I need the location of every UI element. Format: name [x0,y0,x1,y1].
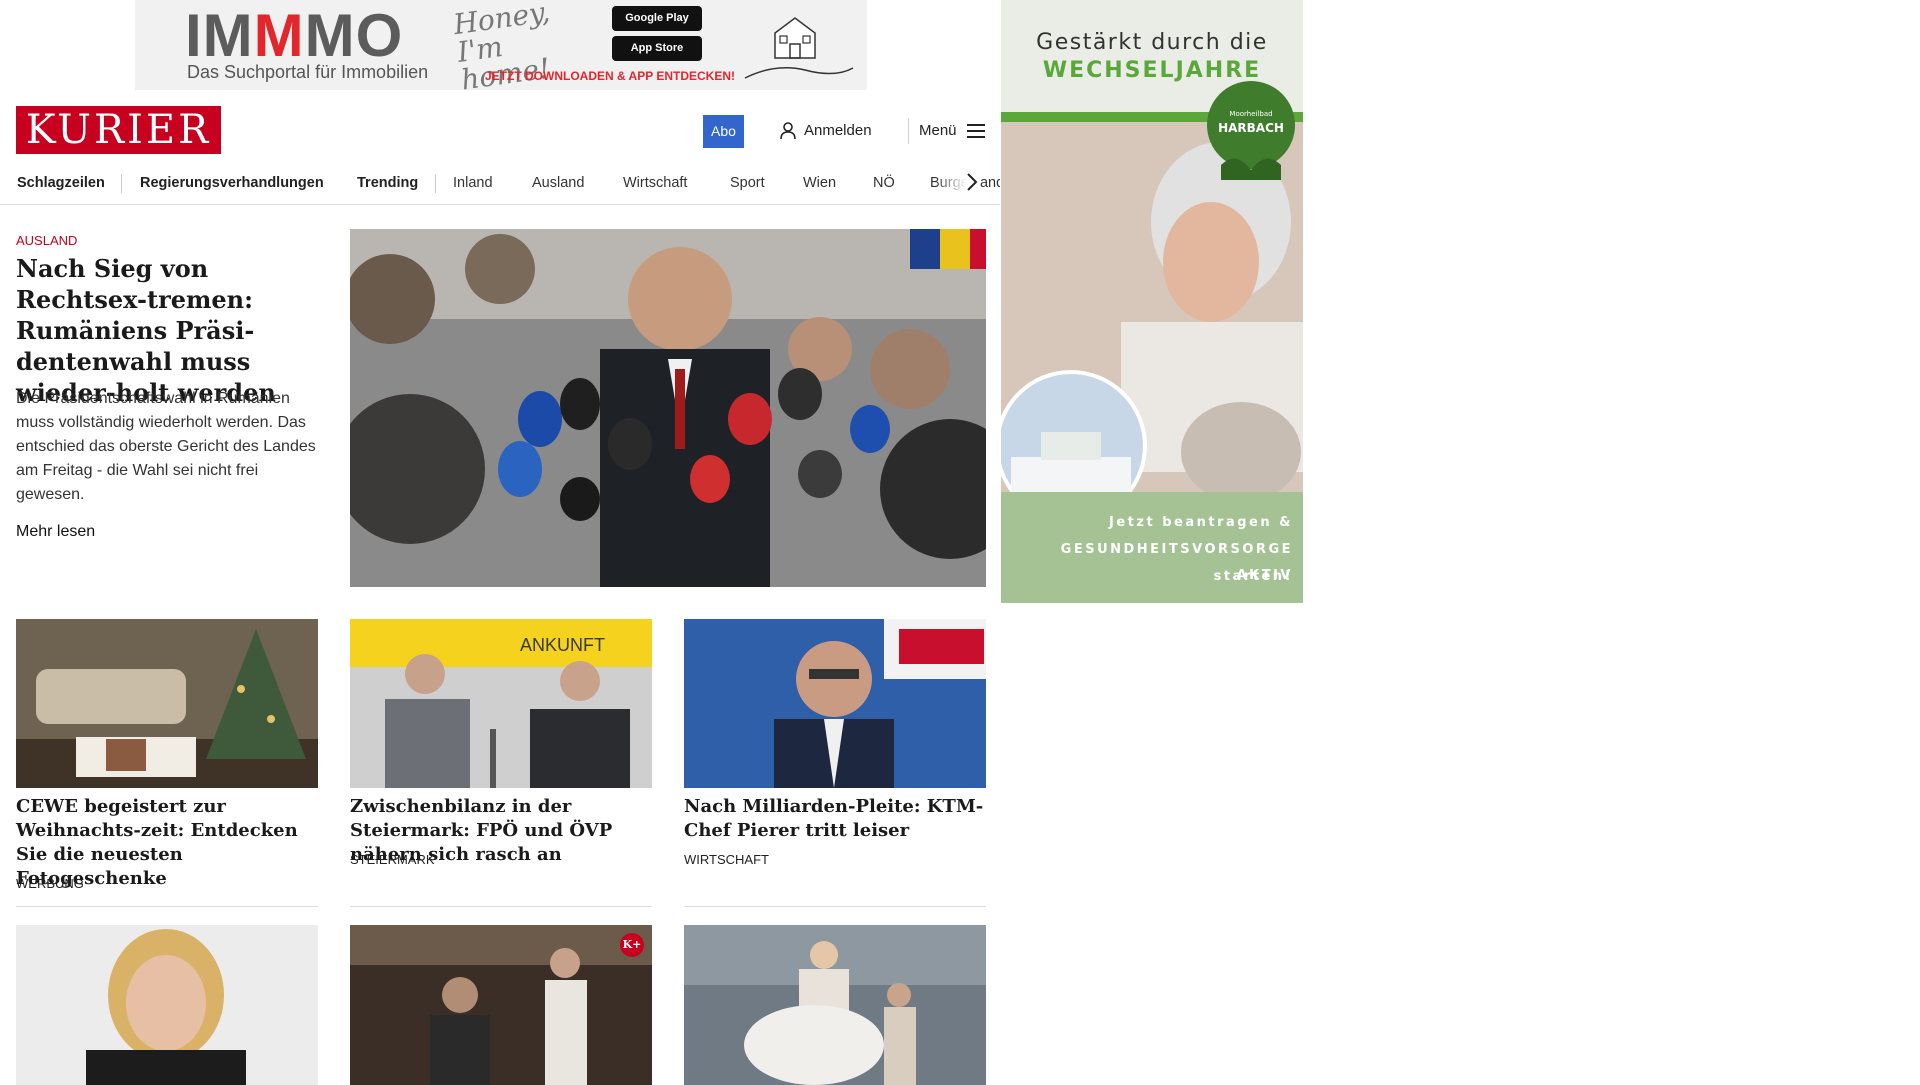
house-hand-icon [744,17,854,79]
nav-separator [435,174,436,193]
princess-on-horse-photo [684,925,986,1085]
card-section-werbung: WERBUNG [16,876,84,891]
nav-item-wirtschaft[interactable]: Wirtschaft [623,162,687,204]
nav-item-noe[interactable]: NÖ [873,162,895,204]
ad-headline-1: Gestärkt durch die [1036,30,1268,55]
lead-image[interactable] [350,229,986,587]
woman-portrait-photo [16,925,318,1085]
card-image-ktm[interactable] [684,619,986,788]
ad-cta-line-1: Jetzt beantragen & [1109,515,1293,530]
christmas-living-room-photo [16,619,318,788]
card-title-ktm[interactable]: Nach Milliarden-Pleite: KTM-Chef Pierer … [684,795,989,843]
abo-button[interactable]: Abo [703,115,744,148]
top-banner-ad[interactable]: IMMMO Honey, I'm home! Das Suchportal fü… [135,0,867,90]
google-play-badge[interactable]: Google Play [612,6,702,31]
read-more-link[interactable]: Mehr lesen [16,521,95,543]
card-image-portrait[interactable] [16,925,318,1085]
nav-item-regierungsverhandlungen[interactable]: Regierungsverhandlungen [140,162,324,204]
row-divider [684,906,986,907]
nav-item-wien[interactable]: Wien [803,162,836,204]
theater-stage-photo [350,925,652,1085]
nav-item-ausland[interactable]: Ausland [532,162,584,204]
row-divider [350,906,652,907]
harbach-badge-big: HARBACH [1218,121,1284,135]
card-image-steiermark[interactable]: ANKUNFT [350,619,652,788]
card-image-theater[interactable] [350,925,652,1085]
card-section-steiermark[interactable]: STEIERMARK [350,852,435,868]
ktm-ceo-photo [684,619,986,788]
immmo-logo: IMMMO [185,2,404,69]
press-conference-photo [350,229,986,587]
chevron-right-icon[interactable] [965,172,979,192]
harbach-badge-icon: Moorheilbad HARBACH [1207,81,1295,180]
section-nav: Schlagzeilen Regierungsverhandlungen Tre… [0,162,1000,205]
harbach-badge-small: Moorheilbad [1229,110,1272,118]
nav-item-schlagzeilen[interactable]: Schlagzeilen [17,162,105,204]
politicians-at-podium-photo: ANKUNFT [350,619,652,788]
hamburger-icon [966,124,985,138]
menu-label: Menü [919,122,957,139]
ad-tagline: Das Suchportal für Immobilien [187,62,429,82]
lead-teaser: Die Präsidentschaftswahl in Rumänien mus… [16,390,316,503]
card-image-princess[interactable] [684,925,986,1085]
header-divider [908,118,909,144]
card-section-wirtschaft[interactable]: WIRTSCHAFT [684,852,769,868]
side-banner-ad[interactable]: Gestärkt durch die WECHSELJAHRE Moorheil… [1001,0,1303,603]
kurier-plus-badge: K+ [620,933,644,957]
nav-item-inland[interactable]: Inland [453,162,493,204]
card-image-cewe[interactable] [16,619,318,788]
nav-separator [121,174,122,193]
lead-section-label[interactable]: AUSLAND [16,233,77,249]
nav-item-trending[interactable]: Trending [357,162,418,204]
nav-item-sport[interactable]: Sport [730,162,765,204]
row-divider [16,906,318,907]
ad-cta-line-3: starten! [1213,569,1293,584]
app-store-badge[interactable]: App Store [612,36,702,61]
menu-button[interactable]: Menü [919,118,985,144]
login-label: Anmelden [804,122,872,139]
ankunft-sign: ANKUNFT [520,635,605,655]
lead-headline[interactable]: Nach Sieg von Rechtsex-tremen: Rumäniens… [16,253,321,408]
login-button[interactable]: Anmelden [780,118,872,144]
user-icon [780,122,796,140]
kurier-logo[interactable]: KURIER [16,106,221,154]
ad-cta: JETZT DOWNLOADEN & APP ENTDECKEN! [485,69,736,83]
